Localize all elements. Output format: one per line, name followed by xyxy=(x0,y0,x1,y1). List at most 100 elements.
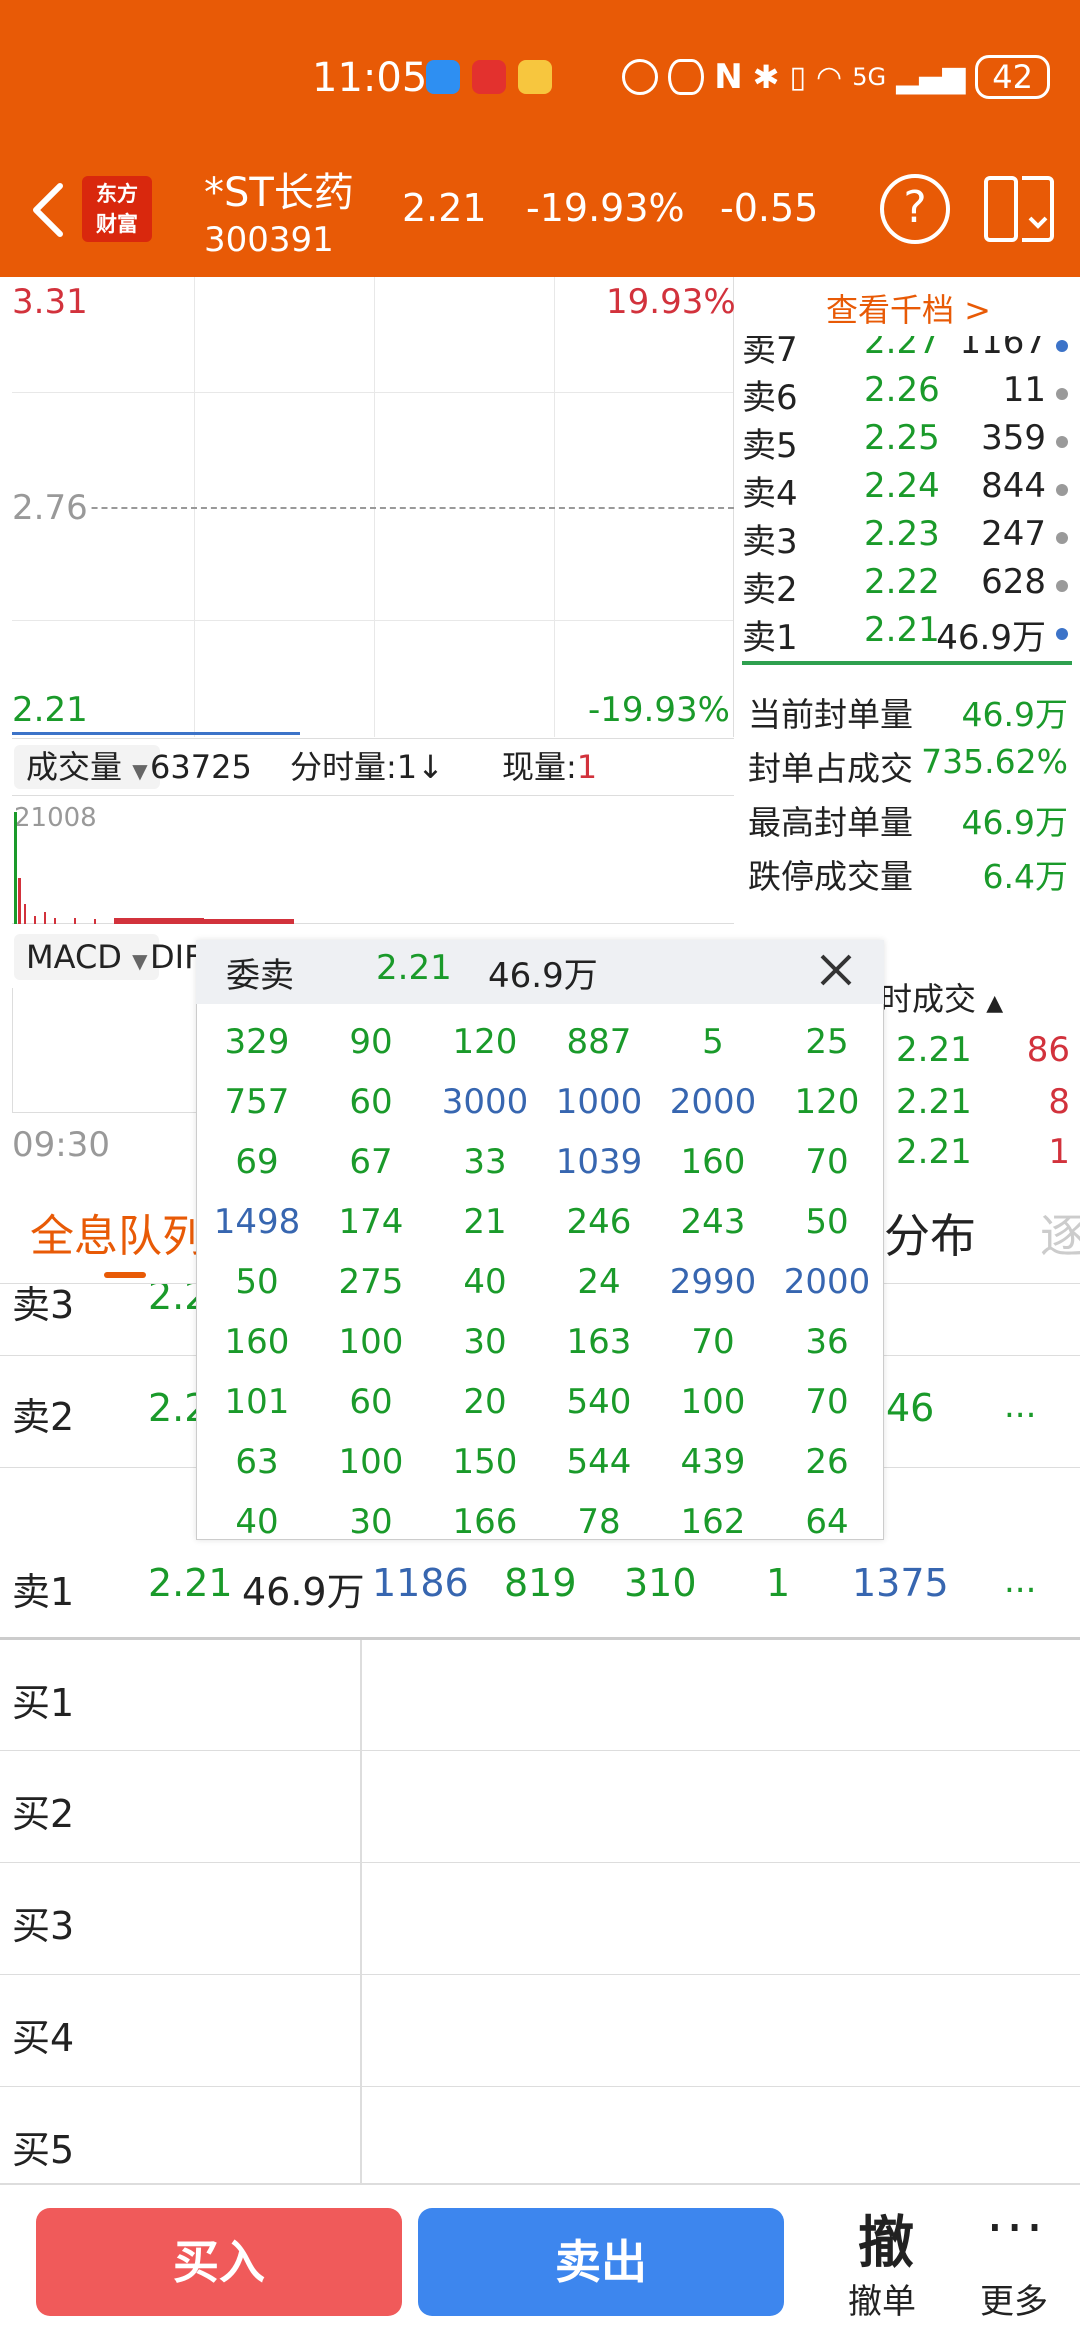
order-book-volume: 46.9万 xyxy=(936,618,1046,658)
help-icon[interactable]: ? xyxy=(880,174,950,244)
queue-order-size[interactable]: 1186 xyxy=(372,1561,469,1605)
seal-stat-value: 6.4万 xyxy=(982,857,1068,896)
queue-row[interactable]: 买2 xyxy=(0,1751,1080,1863)
chart-start-time: 09:30 xyxy=(12,1125,110,1165)
popup-order-cell: 246 xyxy=(566,1202,632,1242)
queue-volume: 46.9万 xyxy=(242,1570,365,1614)
cancel-order-label[interactable]: 撤单 xyxy=(848,2274,916,2323)
order-book-row[interactable]: 卖4 2.24 844 xyxy=(742,466,1072,514)
popup-order-cell: 120 xyxy=(794,1082,860,1122)
trades-header-label: 时成交 xyxy=(880,980,977,1018)
popup-order-cell: 3000 xyxy=(441,1082,529,1122)
header-change: -0.55 xyxy=(720,186,819,230)
dropdown-triangle-icon: ▼ xyxy=(132,949,148,973)
trade-row: 2.21 8 xyxy=(896,1082,1076,1128)
tab-active-indicator xyxy=(104,1272,146,1278)
chart-high-pct: 19.93% xyxy=(606,282,736,322)
more-ellipsis-icon[interactable]: ... xyxy=(1004,1386,1036,1426)
popup-order-cell: 25 xyxy=(805,1022,849,1062)
queue-row[interactable]: 买1 xyxy=(0,1640,1080,1751)
order-book-price: 2.21 xyxy=(864,610,940,650)
queue-order-size[interactable]: 1 xyxy=(766,1561,790,1605)
stock-name: *ST长药 xyxy=(204,170,354,216)
queue-label: 卖1 xyxy=(12,1570,75,1614)
popup-order-cell: 40 xyxy=(463,1262,507,1302)
popup-order-cell: 2000 xyxy=(783,1262,871,1302)
order-book-row[interactable]: 卖1 2.21 46.9万 xyxy=(742,610,1072,658)
sell-button[interactable]: 卖出 xyxy=(418,2208,784,2316)
order-book-volume: 628 xyxy=(981,562,1046,602)
buy-button[interactable]: 买入 xyxy=(36,2208,402,2316)
popup-order-cell: 162 xyxy=(680,1502,746,1540)
cancel-order-icon[interactable]: 撤 xyxy=(858,2198,914,2279)
chat-app-icon xyxy=(426,60,460,94)
queue-row[interactable]: 买3 xyxy=(0,1863,1080,1975)
more-ellipsis-icon[interactable]: ... xyxy=(1004,1561,1036,1601)
close-icon[interactable] xyxy=(816,950,856,990)
status-dot-icon xyxy=(1056,532,1068,544)
macd-selector[interactable]: MACD ▼ xyxy=(14,934,160,980)
volume-bars xyxy=(14,812,294,924)
order-book-label: 卖6 xyxy=(742,378,798,418)
logo-line2: 财富 xyxy=(96,212,138,236)
popup-order-cell: 67 xyxy=(349,1142,393,1182)
popup-order-cell: 21 xyxy=(463,1202,507,1242)
popup-order-cell: 150 xyxy=(452,1442,518,1482)
status-dot-icon xyxy=(1056,628,1068,640)
popup-order-cell: 100 xyxy=(338,1322,404,1362)
status-dot-icon xyxy=(1056,340,1068,352)
popup-order-cell: 1000 xyxy=(555,1082,643,1122)
order-book-label: 卖2 xyxy=(742,570,798,610)
more-label[interactable]: 更多 xyxy=(980,2274,1048,2323)
popup-order-cell: 2990 xyxy=(669,1262,757,1302)
popup-order-cell: 160 xyxy=(680,1142,746,1182)
trade-volume: 8 xyxy=(1048,1082,1070,1122)
status-dot-icon xyxy=(1056,484,1068,496)
minute-volume: 分时量:1↓ xyxy=(290,745,444,789)
popup-order-cell: 63 xyxy=(235,1442,279,1482)
order-book-row[interactable]: 卖3 2.23 247 xyxy=(742,514,1072,562)
tab-full-queue[interactable]: 全息队列 xyxy=(30,1200,206,1264)
tab-more-faded[interactable]: 逐 xyxy=(1040,1200,1080,1266)
order-book-divider xyxy=(742,661,1072,665)
order-book-label: 卖4 xyxy=(742,474,798,514)
popup-order-cell: 40 xyxy=(235,1502,279,1540)
popup-order-cell: 90 xyxy=(349,1022,393,1062)
order-book-row[interactable]: 卖6 2.26 11 xyxy=(742,370,1072,418)
queue-divider xyxy=(360,1640,362,2185)
queue-order-size[interactable]: 1375 xyxy=(852,1561,949,1605)
queue-label: 卖2 xyxy=(12,1395,75,1439)
queue-row[interactable]: 买4 xyxy=(0,1975,1080,2087)
trades-header[interactable]: 时成交 ▲ xyxy=(880,974,1003,1020)
queue-order-size: 46 xyxy=(886,1386,935,1430)
view-thousand-levels-link[interactable]: 查看千档 > xyxy=(826,285,991,331)
popup-order-cell: 166 xyxy=(452,1502,518,1540)
more-icon[interactable]: ··· xyxy=(986,2196,1045,2261)
queue-order-size[interactable]: 819 xyxy=(504,1561,577,1605)
order-book-label: 卖7 xyxy=(742,336,798,370)
order-book-row[interactable]: 卖5 2.25 359 xyxy=(742,418,1072,466)
queue-row[interactable]: 买5 xyxy=(0,2087,1080,2184)
shopping-app-icon xyxy=(472,60,506,94)
back-arrow-icon[interactable] xyxy=(28,180,68,240)
popup-order-cell: 50 xyxy=(805,1202,849,1242)
switch-layout-icon[interactable] xyxy=(982,174,1056,244)
queue-order-size[interactable]: 310 xyxy=(624,1561,697,1605)
popup-order-cell: 5 xyxy=(702,1022,724,1062)
popup-order-cell: 101 xyxy=(224,1382,290,1422)
status-time: 11:05 xyxy=(312,55,428,101)
price-line xyxy=(12,732,300,735)
popup-order-cell: 78 xyxy=(577,1502,621,1540)
order-book-volume: 247 xyxy=(981,514,1046,554)
order-book-row[interactable]: 卖2 2.22 628 xyxy=(742,562,1072,610)
macd-selector-label: MACD xyxy=(26,938,122,976)
popup-order-cell: 26 xyxy=(805,1442,849,1482)
logo-line1: 东方 xyxy=(96,182,138,206)
volume-selector[interactable]: 成交量 ▼ xyxy=(14,745,160,789)
tab-distribution[interactable]: 分布 xyxy=(884,1200,976,1266)
bluetooth-icon: ✱ xyxy=(752,58,780,96)
order-book-price: 2.25 xyxy=(864,418,940,458)
network-label: 5G xyxy=(852,63,887,91)
order-book-row[interactable]: 卖7 2.27 1167 xyxy=(742,336,1072,370)
popup-order-cell: 60 xyxy=(349,1382,393,1422)
